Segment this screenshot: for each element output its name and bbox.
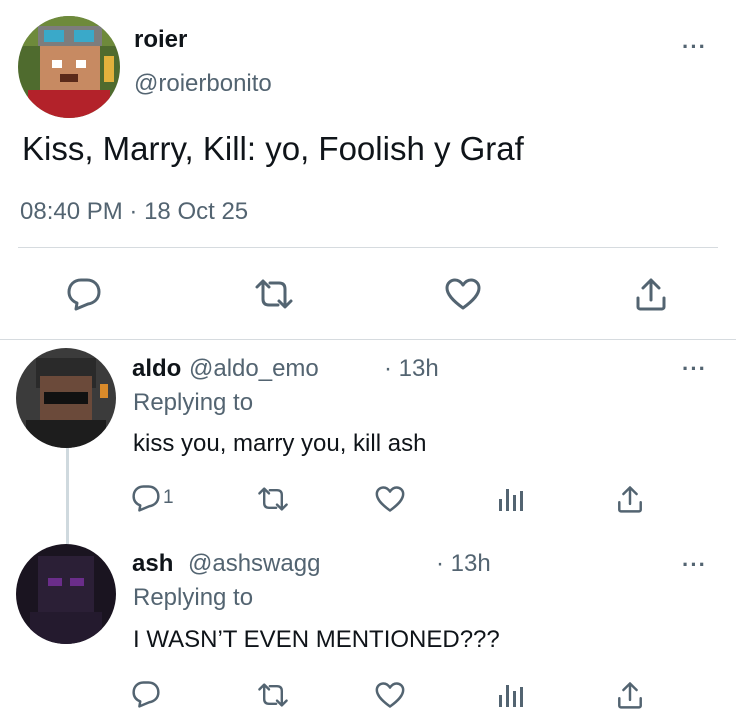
share-button[interactable]	[616, 484, 644, 514]
share-icon	[636, 278, 666, 311]
tweet-date: 18 Oct 25	[144, 198, 249, 225]
reply-icon	[132, 681, 160, 708]
reply-text: kiss you, marry you, kill ash	[133, 430, 427, 457]
like-button[interactable]	[444, 277, 482, 311]
avatar[interactable]	[16, 544, 116, 644]
meta-separator: ·	[129, 198, 138, 225]
views-button[interactable]	[497, 681, 525, 709]
thread-connector	[66, 448, 69, 544]
retweet-icon	[255, 279, 293, 309]
reply-button[interactable]	[131, 680, 161, 708]
like-button[interactable]	[374, 485, 406, 513]
heart-icon	[375, 682, 405, 708]
share-button[interactable]	[616, 680, 644, 710]
like-button[interactable]	[374, 681, 406, 709]
tweet-text: Kiss, Marry, Kill: yo, Foolish y Graf	[22, 130, 524, 167]
share-button[interactable]	[634, 276, 668, 312]
author-handle[interactable]: @aldo_emo	[189, 355, 319, 383]
reply-button[interactable]	[66, 277, 102, 311]
reply-button[interactable]: 1	[131, 484, 174, 512]
author-handle[interactable]: @roierbonito	[134, 70, 272, 98]
retweet-icon	[258, 683, 288, 707]
author-name[interactable]: ash	[132, 550, 173, 578]
replying-to-label: Replying to	[133, 389, 254, 416]
retweet-button[interactable]	[254, 277, 294, 311]
share-icon	[618, 486, 642, 513]
views-button[interactable]	[497, 485, 525, 513]
reply-icon	[67, 278, 101, 311]
main-tweet: roier @roierbonito ··· Kiss, Marry, Kill…	[0, 0, 736, 340]
divider	[0, 339, 736, 340]
reply-text: I WASN’T EVEN MENTIONED???	[133, 626, 500, 653]
more-options-icon[interactable]: ···	[682, 358, 707, 380]
analytics-icon	[499, 685, 523, 707]
avatar[interactable]	[18, 16, 120, 118]
retweet-icon	[258, 487, 288, 511]
reply-count: 1	[163, 487, 174, 508]
analytics-icon	[499, 489, 523, 511]
replying-to-label: Replying to	[133, 584, 254, 611]
heart-icon	[375, 486, 405, 512]
retweet-button[interactable]	[257, 485, 289, 513]
avatar[interactable]	[16, 348, 116, 448]
divider	[18, 247, 718, 248]
retweet-button[interactable]	[257, 681, 289, 709]
tweet-time: 08:40 PM	[20, 198, 123, 225]
reply-time[interactable]: · 13h	[436, 550, 491, 578]
heart-icon	[445, 278, 481, 310]
reply-time[interactable]: · 13h	[384, 355, 439, 383]
tweet-timestamp: 08:40 PM · 18 Oct 25	[20, 198, 248, 226]
more-options-icon[interactable]: ···	[682, 554, 707, 576]
reply-icon	[132, 485, 160, 512]
more-options-icon[interactable]: ···	[682, 36, 707, 58]
author-handle[interactable]: @ashswagg	[188, 550, 320, 578]
share-icon	[618, 682, 642, 709]
author-name[interactable]: aldo	[132, 355, 181, 383]
author-name[interactable]: roier	[134, 26, 187, 54]
